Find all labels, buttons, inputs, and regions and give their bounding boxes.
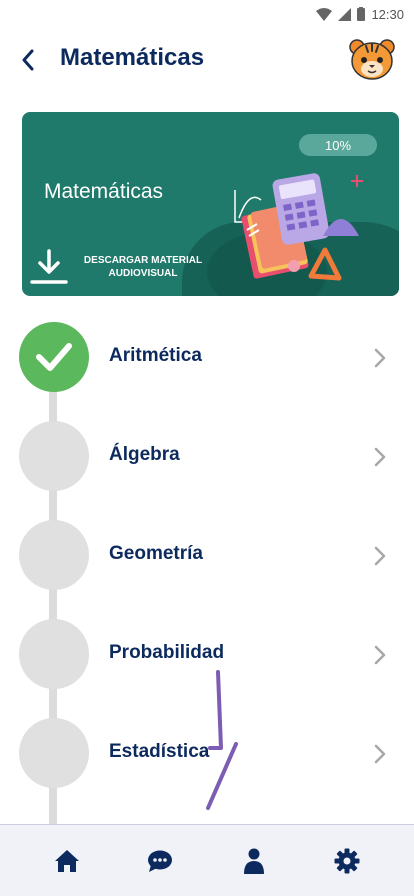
nav-chat-button[interactable]	[136, 837, 184, 885]
back-button[interactable]	[14, 46, 42, 74]
course-banner: 10% Matemáticas DESCARGAR MATERIAL AUDIO…	[22, 112, 399, 296]
profile-icon	[243, 848, 264, 874]
topic-item-aritmetica[interactable]: Aritmética	[0, 322, 414, 394]
download-material-button[interactable]: DESCARGAR MATERIAL AUDIOVISUAL	[30, 246, 204, 288]
topic-item-probabilidad[interactable]: Probabilidad	[0, 619, 414, 691]
topic-item-algebra[interactable]: Álgebra	[0, 421, 414, 493]
avatar[interactable]	[348, 38, 396, 82]
bottom-navigation	[0, 824, 414, 896]
topic-item-estadistica[interactable]: Estadística	[0, 718, 414, 790]
progress-badge: 10%	[299, 134, 377, 156]
wifi-icon	[316, 7, 333, 21]
chevron-right-icon	[374, 348, 386, 368]
nav-profile-button[interactable]	[230, 837, 278, 885]
download-icon	[30, 249, 68, 284]
check-icon	[36, 343, 72, 371]
topic-label: Estadística	[109, 741, 210, 762]
topic-status-pending	[19, 520, 89, 590]
chevron-left-icon	[22, 49, 34, 71]
download-label-line1: DESCARGAR MATERIAL	[83, 255, 203, 266]
battery-icon	[357, 7, 366, 21]
topic-status-pending	[19, 421, 89, 491]
signal-icon	[338, 7, 352, 21]
status-time: 12:30	[371, 6, 404, 22]
topic-label: Aritmética	[109, 345, 202, 366]
topic-status-pending	[19, 619, 89, 689]
page-title: Matemáticas	[60, 44, 205, 71]
topic-item-geometria[interactable]: Geometría	[0, 520, 414, 592]
chevron-right-icon	[374, 645, 386, 665]
math-books-illustration	[234, 173, 363, 281]
header: Matemáticas	[0, 38, 414, 82]
chat-icon	[148, 850, 173, 872]
status-bar: 12:30	[0, 0, 414, 28]
chevron-right-icon	[374, 744, 386, 764]
chevron-right-icon	[374, 546, 386, 566]
download-label: DESCARGAR MATERIAL AUDIOVISUAL	[82, 254, 204, 280]
topic-label: Álgebra	[109, 444, 180, 465]
tiger-avatar-icon	[349, 39, 395, 80]
chevron-right-icon	[374, 447, 386, 467]
nav-settings-button[interactable]	[323, 837, 371, 885]
settings-icon	[334, 848, 360, 873]
topic-label: Probabilidad	[109, 642, 225, 663]
topic-status-completed	[19, 322, 89, 392]
topic-status-pending	[19, 718, 89, 788]
home-icon	[54, 849, 79, 872]
banner-title: Matemáticas	[44, 180, 164, 203]
topic-label: Geometría	[109, 543, 203, 564]
nav-home-button[interactable]	[43, 837, 91, 885]
download-label-line2: AUDIOVISUAL	[108, 268, 178, 279]
